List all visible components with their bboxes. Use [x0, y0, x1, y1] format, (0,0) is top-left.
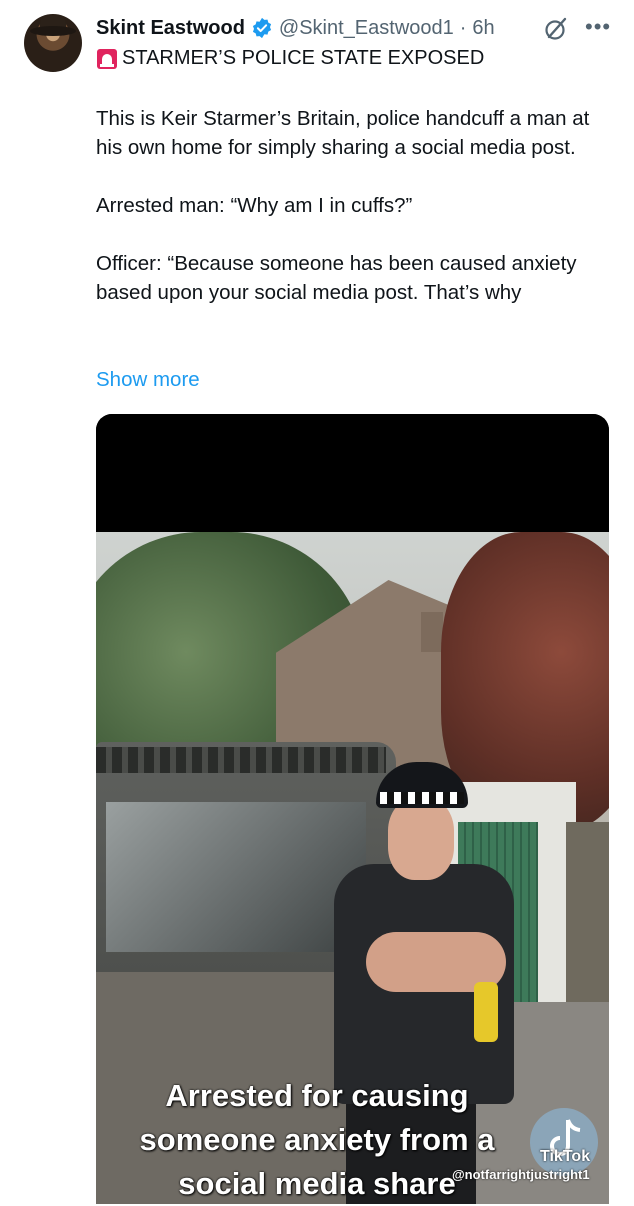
tweet-headline: STARMER’S POLICE STATE EXPOSED — [96, 47, 484, 70]
headline-text: STARMER’S POLICE STATE EXPOSED — [122, 47, 485, 69]
tweet-header: Skint Eastwood @Skint_Eastwood1 · 6h — [96, 14, 495, 42]
grok-icon[interactable] — [543, 16, 569, 42]
author-avatar[interactable] — [24, 14, 82, 72]
author-handle[interactable]: @Skint_Eastwood1 — [279, 17, 454, 40]
tweet-body: This is Keir Starmer’s Britain, police h… — [96, 104, 616, 307]
author-name[interactable]: Skint Eastwood — [96, 17, 245, 40]
siren-icon — [97, 48, 117, 69]
tiktok-handle: @notfarrightjustright1 — [452, 1167, 590, 1182]
video-letterbox — [96, 414, 609, 532]
tweet-paragraph-1: This is Keir Starmer’s Britain, police h… — [96, 107, 590, 159]
show-more-link[interactable]: Show more — [96, 368, 200, 392]
separator-dot: · — [459, 16, 467, 39]
tweet-paragraph-3: Officer: “Because someone has been cause… — [96, 252, 577, 304]
tiktok-brand: TikTok — [540, 1148, 591, 1165]
tweet-paragraph-2: Arrested man: “Why am I in cuffs?” — [96, 194, 413, 217]
more-options-icon[interactable]: ••• — [585, 16, 611, 38]
avatar-hat-brim — [30, 26, 76, 36]
timestamp[interactable]: 6h — [472, 17, 494, 40]
verified-badge-icon — [252, 17, 271, 39]
